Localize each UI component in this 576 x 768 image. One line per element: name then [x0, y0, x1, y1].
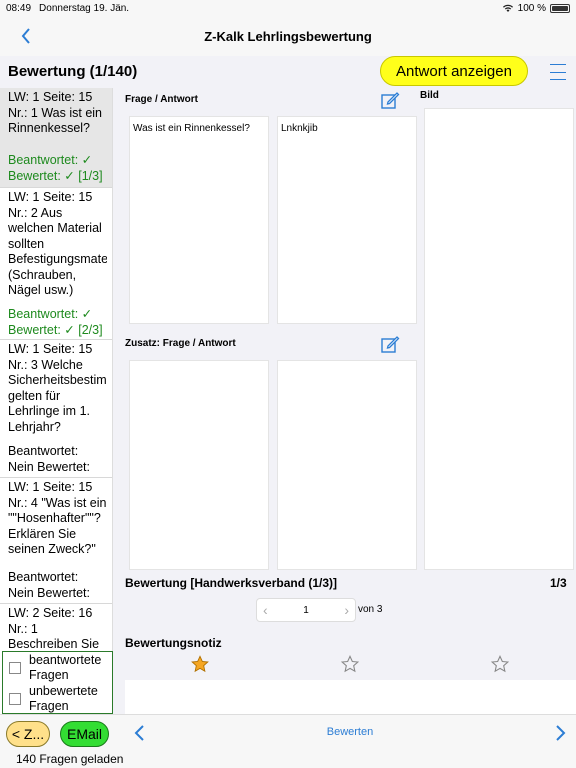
rated-status: Nein Bewertet: [8, 585, 90, 600]
navigation-bar: Z-Kalk Lehrlingsbewertung [0, 16, 576, 56]
bottom-toolbar: < Z... EMail Bewerten [0, 714, 576, 750]
list-item[interactable]: LW: 1 Seite: 15 Nr.: 1 Was ist ein Rinne… [0, 88, 112, 188]
previous-arrow-icon[interactable] [132, 723, 148, 743]
star-icon[interactable] [491, 655, 509, 673]
filter-unrated-label: unbewertete Fragen [29, 683, 98, 713]
pager-next-icon[interactable]: › [344, 602, 349, 618]
extra-qa-label: Zusatz: Frage / Antwort [125, 338, 236, 349]
qa-label: Frage / Antwort [125, 94, 198, 105]
header-row: Bewertung (1/140) Antwort anzeigen [0, 56, 576, 88]
question-list[interactable]: LW: 1 Seite: 15 Nr.: 1 Was ist ein Rinne… [0, 88, 113, 714]
menu-icon[interactable] [550, 64, 566, 80]
show-answer-button[interactable]: Antwort anzeigen [380, 56, 528, 86]
battery-icon [550, 3, 570, 13]
status-time: 08:49 [6, 2, 32, 14]
list-item-text: LW: 1 Seite: 15 Nr.: 3 Welche Sicherheit… [8, 342, 107, 434]
edit-icon[interactable] [380, 90, 400, 110]
unrated-checkbox[interactable] [9, 692, 21, 705]
list-item-text: LW: 1 Seite: 15 Nr.: 4 "Was ist ein ""Ho… [8, 480, 107, 556]
footer-status: 140 Fragen geladen [0, 750, 576, 768]
detail-pane: Frage / Antwort Bild Was ist ein Rinnenk… [113, 88, 576, 714]
answered-status: Beantwortet: ✓ [8, 153, 93, 167]
rated-status: Bewertet: ✓ [1/3] [8, 168, 103, 183]
rating-title: Bewertung [Handwerksverband (1/3)] [125, 576, 338, 590]
battery-percent: 100 % [517, 2, 546, 14]
answer-text: Lnknkjib [281, 123, 318, 134]
filter-answered-label: beantwortete Fragen [29, 652, 102, 682]
filter-answered[interactable]: beantwortete Fragen [3, 652, 112, 683]
email-button[interactable]: EMail [60, 721, 109, 747]
next-arrow-icon[interactable] [552, 723, 568, 743]
rate-button[interactable]: Bewerten [300, 726, 400, 738]
status-right: 100 % [502, 3, 570, 14]
filter-panel: beantwortete Fragen unbewertete Fragen [2, 651, 113, 714]
extra-answer-panel[interactable] [277, 360, 417, 570]
status-date: Donnerstag 19. Jän. [39, 2, 130, 14]
list-item-text: LW: 1 Seite: 15 Nr.: 2 Aus welchen Mater… [8, 190, 107, 297]
question-panel[interactable]: Was ist ein Rinnenkessel? [129, 116, 269, 324]
rating-count: 1/3 [550, 576, 567, 590]
pager-prev-icon[interactable]: ‹ [263, 602, 268, 618]
list-item[interactable]: LW: 1 Seite: 15 Nr.: 3 Welche Sicherheit… [0, 340, 112, 478]
answered-status: Beantwortet: [8, 444, 79, 458]
answered-status: Beantwortet: [8, 570, 79, 584]
question-text: Was ist ein Rinnenkessel? [133, 123, 250, 134]
image-label: Bild [420, 90, 439, 101]
pager-total: von 3 [358, 604, 383, 615]
star-icon[interactable] [191, 655, 209, 673]
status-bar: 08:49 Donnerstag 19. Jän. 100 % [0, 0, 576, 16]
list-item-text: LW: 1 Seite: 15 Nr.: 1 Was ist ein Rinne… [8, 90, 103, 135]
edit-extra-icon[interactable] [380, 334, 400, 354]
rated-status: Bewertet: ✓ [2/3] [8, 322, 103, 337]
page-title: Bewertung (1/140) [8, 63, 138, 80]
rating-note-field[interactable] [125, 680, 576, 714]
note-title: Bewertungsnotiz [125, 636, 222, 650]
list-item[interactable]: LW: 1 Seite: 15 Nr.: 4 "Was ist ein ""Ho… [0, 478, 112, 604]
image-panel[interactable] [424, 108, 574, 570]
answered-status: Beantwortet: ✓ [8, 307, 93, 321]
rating-pager[interactable]: ‹ 1 › [256, 598, 356, 622]
wifi-icon [502, 4, 513, 12]
nav-title: Z-Kalk Lehrlingsbewertung [204, 28, 372, 44]
list-item[interactable]: LW: 1 Seite: 15 Nr.: 2 Aus welchen Mater… [0, 188, 112, 340]
answered-checkbox[interactable] [9, 661, 21, 674]
star-icon[interactable] [341, 655, 359, 673]
extra-question-panel[interactable] [129, 360, 269, 570]
back-chevron-icon[interactable] [14, 22, 38, 50]
filter-unrated[interactable]: unbewertete Fragen [3, 683, 112, 714]
rated-status: Nein Bewertet: [8, 459, 90, 474]
answer-panel[interactable]: Lnknkjib [277, 116, 417, 324]
pager-value: 1 [303, 604, 309, 616]
back-button[interactable]: < Z... [6, 721, 50, 747]
